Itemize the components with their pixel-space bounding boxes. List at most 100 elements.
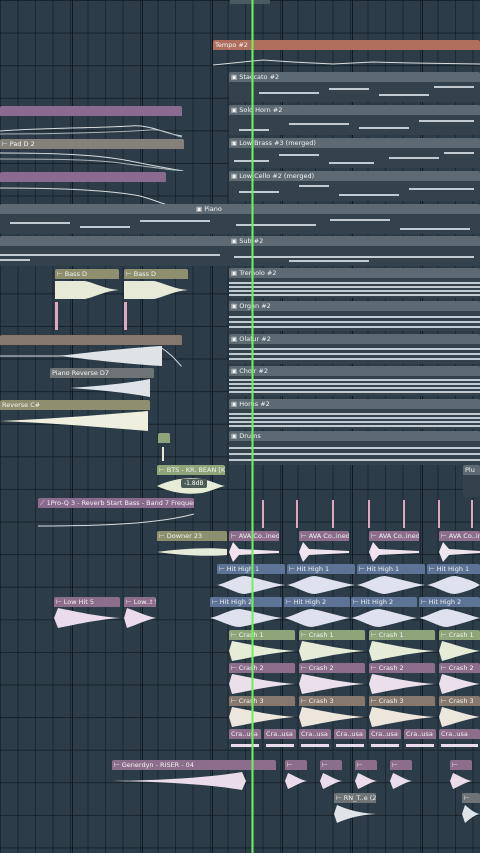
clip-riser-hit[interactable]: ⊢	[285, 760, 307, 792]
audio-icon: ⊢	[441, 631, 449, 639]
clip-hit-high-2b[interactable]: ⊢ Hit High 2	[284, 597, 350, 629]
waveform	[0, 411, 148, 431]
clip-cra-usa[interactable]: Cra..usa	[439, 729, 480, 751]
clip-horns[interactable]: ▣ Horns #2	[229, 399, 480, 429]
clip-low-t[interactable]: ⊢ Low..t 5	[124, 597, 156, 629]
clip-label: Pad D 2	[9, 140, 35, 148]
clip-label: AVA Co..ined 1	[308, 532, 349, 540]
hit-marker	[438, 500, 443, 528]
waveform	[427, 576, 480, 594]
clip-cra-usa[interactable]: Cra..usa	[229, 729, 261, 751]
clip-cra-usa[interactable]: Cra..usa	[299, 729, 331, 751]
clip-hit-high-1c[interactable]: ⊢ Hit High 1	[357, 564, 425, 596]
audio-icon: ⊢	[126, 598, 134, 606]
waveform	[229, 641, 295, 661]
clip-label: Crash 2	[308, 664, 334, 672]
clip-crash-1d[interactable]: ⊢ Crash 1	[439, 630, 480, 662]
playlist-grid[interactable]: Tempo #2 ⊢ Pad D 2 ▣ Piano ▣ Staccato #2…	[0, 0, 480, 853]
clip-swell[interactable]	[0, 335, 182, 367]
hit-marker	[403, 500, 408, 528]
clip-low-hit[interactable]: ⊢ Low Hit 5	[54, 597, 120, 629]
clip-crash-2d[interactable]: ⊢ Crash 2	[439, 663, 480, 695]
clip-solo-horn[interactable]: ▣ Solo Horn #2	[229, 105, 480, 135]
clip-label: Reverse C#	[2, 401, 41, 409]
clip-crash-2a[interactable]: ⊢ Crash 2	[229, 663, 295, 695]
clip-sub-left[interactable]	[0, 236, 230, 266]
audio-icon: ⊢	[301, 697, 309, 705]
clip-automation-left-2[interactable]	[0, 172, 166, 204]
clip-label: Horns #2	[239, 400, 270, 408]
audio-icon: ⊢	[231, 664, 239, 672]
clip-ava-3[interactable]: ⊢ AVA Co..ined 1	[369, 531, 419, 563]
waveform	[390, 773, 412, 789]
clip-piano-reverse[interactable]: Piano Reverse D7	[50, 368, 154, 398]
clip-bass-d-2[interactable]: ⊢ Bass D	[124, 269, 188, 301]
clip-bass-d-1[interactable]: ⊢ Bass D	[55, 269, 119, 301]
clip-pad[interactable]: ⊢ Pad D 2	[0, 139, 184, 171]
clip-cra-usa[interactable]: Cra..usa	[264, 729, 296, 751]
clip-crash-3d[interactable]: ⊢ Crash 3	[439, 696, 480, 728]
waveform	[369, 674, 435, 694]
clip-drums[interactable]: ▣ Drums	[229, 431, 480, 465]
clip-crash-1a[interactable]: ⊢ Crash 1	[229, 630, 295, 662]
clip-ava-2[interactable]: ⊢ AVA Co..ined 1	[299, 531, 349, 563]
loop-marker[interactable]	[230, 0, 270, 4]
clip-label: Crash 2	[448, 664, 474, 672]
clip-crash-3b[interactable]: ⊢ Crash 3	[299, 696, 365, 728]
clip-hit-high-2d[interactable]: ⊢ Hit High 2	[419, 597, 480, 629]
clip-piano[interactable]: ▣ Piano	[0, 204, 480, 234]
clip-small-marker[interactable]	[158, 433, 170, 463]
clip-riser-hit[interactable]: ⊢	[390, 760, 412, 792]
pattern-icon: ⊢	[2, 140, 10, 148]
clip-label: Solo Horn #2	[239, 106, 283, 114]
waveform	[439, 542, 480, 562]
clip-bts[interactable]: ⊢ BTS - KR. BEAN [KP] -1.8dB	[157, 465, 225, 497]
waveform	[369, 641, 435, 661]
clip-cra-usa[interactable]: Cra..usa	[404, 729, 436, 751]
pattern-icon: ▣	[231, 106, 240, 114]
clip-low-brass[interactable]: ▣ Low Brass #3 (merged)	[229, 138, 480, 168]
clip-hit-high-1d[interactable]: ⊢ Hit High 1	[427, 564, 480, 596]
clip-downer[interactable]: ⊢ Downer 23	[157, 531, 227, 563]
automation-icon: ⟋	[40, 499, 47, 507]
clip-rn-t-2[interactable]: ⊢	[462, 793, 480, 825]
clip-hit-high-1b[interactable]: ⊢ Hit High 1	[287, 564, 355, 596]
waveform	[439, 707, 480, 727]
clip-pro-q-automation[interactable]: ⟋ 1Pro-Q 3 - Reverb Start Bass - Band 7 …	[38, 498, 194, 530]
clip-low-cello[interactable]: ▣ Low Cello #2 (merged)	[229, 171, 480, 201]
clip-ava-1[interactable]: ⊢ AVA Co..ined 1	[229, 531, 279, 563]
clip-cra-usa[interactable]: Cra..usa	[369, 729, 401, 751]
clip-organ[interactable]: ▣ Organ #2	[229, 301, 480, 331]
clip-hit-high-2c[interactable]: ⊢ Hit High 2	[351, 597, 417, 629]
clip-reverse-c-sharp[interactable]: Reverse C#	[0, 400, 150, 432]
audio-icon: ⊢	[429, 565, 437, 573]
hit-marker	[368, 500, 373, 528]
clip-crash-1b[interactable]: ⊢ Crash 1	[299, 630, 365, 662]
clip-crash-3c[interactable]: ⊢ Crash 3	[369, 696, 435, 728]
waveform	[229, 542, 279, 562]
clip-olafur[interactable]: ▣ Olafur #2	[229, 334, 480, 364]
clip-plu[interactable]: Plu	[463, 465, 480, 497]
clip-crash-3a[interactable]: ⊢ Crash 3	[229, 696, 295, 728]
playhead[interactable]	[251, 0, 254, 853]
clip-crash-2c[interactable]: ⊢ Crash 2	[369, 663, 435, 695]
clip-label: Olafur #2	[239, 335, 271, 343]
clip-riser-hit[interactable]: ⊢	[450, 760, 472, 792]
automation-curve	[0, 152, 184, 171]
audio-icon: ⊢	[231, 532, 239, 540]
clip-ava-4[interactable]: ⊢ AVA Co..ined	[439, 531, 480, 563]
pattern-icon: ▣	[231, 432, 240, 440]
clip-cra-usa[interactable]: Cra..usa	[334, 729, 366, 751]
clip-staccato[interactable]: ▣ Staccato #2	[229, 72, 480, 102]
clip-riser-hit[interactable]: ⊢	[355, 760, 377, 792]
audio-icon: ⊢	[114, 761, 122, 769]
clip-sub[interactable]: ▣ Sub #2	[229, 236, 480, 266]
clip-riser-hit[interactable]: ⊢	[320, 760, 342, 792]
clip-tremolo[interactable]: ▣ Tremolo #2	[229, 268, 480, 298]
clip-crash-2b[interactable]: ⊢ Crash 2	[299, 663, 365, 695]
clip-choir[interactable]: ▣ Choir #2	[229, 366, 480, 396]
clip-automation-left-1[interactable]	[0, 106, 182, 138]
clip-rn-t[interactable]: ⊢ RN_T..e (2)	[334, 793, 376, 825]
clip-crash-1c[interactable]: ⊢ Crash 1	[369, 630, 435, 662]
clip-hit-high-2a[interactable]: ⊢ Hit High 2	[210, 597, 282, 629]
